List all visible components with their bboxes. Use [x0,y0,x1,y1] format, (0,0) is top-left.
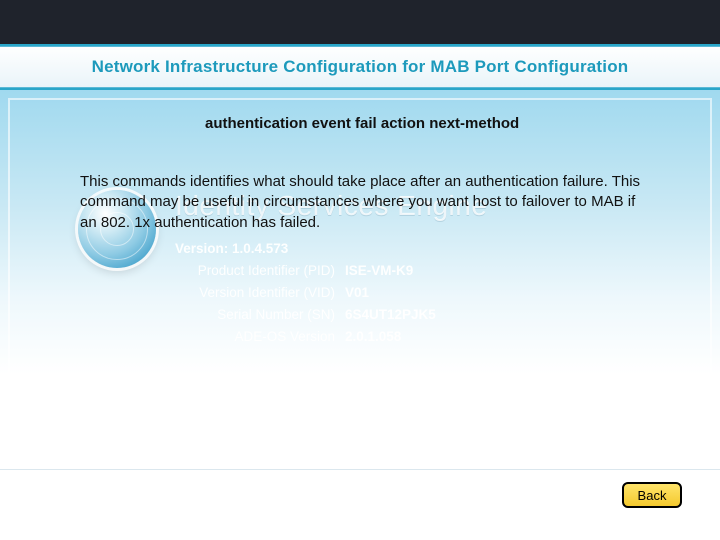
vid-value: V01 [345,282,369,304]
back-button[interactable]: Back [622,482,682,508]
callout-description: This commands identifies what should tak… [80,172,655,233]
about-panel: Identity Services Engine Version: 1.0.4.… [0,90,720,470]
provide-feedback-link[interactable]: Provide Feedback [175,372,288,388]
ade-label: ADE-OS Version [175,326,335,348]
title-bar: Network Infrastructure Configuration for… [0,44,720,90]
sn-value: 6S4UT12PJK5 [345,304,436,326]
version-line: Version: 1.0.4.573 [175,238,436,260]
product-details: Version: 1.0.4.573 Product Identifier (P… [175,238,436,348]
pid-value: ISE-VM-K9 [345,260,413,282]
ade-value: 2.0.1.058 [345,326,401,348]
pid-label: Product Identifier (PID) [175,260,335,282]
page-title: Network Infrastructure Configuration for… [92,57,629,77]
top-dark-band [0,0,720,44]
vid-label: Version Identifier (VID) [175,282,335,304]
callout-command: authentication event fail action next-me… [205,115,519,132]
back-button-label: Back [638,488,667,503]
sn-label: Serial Number (SN) [175,304,335,326]
